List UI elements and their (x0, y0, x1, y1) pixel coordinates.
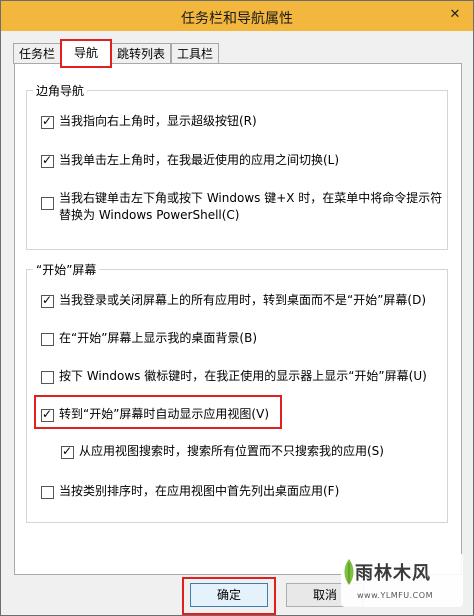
title-bar[interactable]: 任务栏和导航属性 ✕ (1, 1, 473, 31)
properties-window: 任务栏和导航属性 ✕ 任务栏 导航 跳转列表 工具栏 边角导航 ✓ 当我指向右上… (0, 0, 474, 616)
tab-jumplists[interactable]: 跳转列表 (111, 43, 171, 64)
checkbox-checked[interactable]: ✓ (41, 293, 54, 308)
option-label: 从应用视图搜索时，搜索所有位置而不只搜索我的应用(S) (79, 444, 384, 458)
tab-navigation[interactable]: 导航 (60, 39, 112, 68)
option-label: 当我指向右上角时，显示超级按钮(R) (59, 114, 257, 128)
checkbox-checked[interactable]: ✓ (61, 444, 74, 459)
checkbox-checked[interactable]: ✓ (41, 153, 54, 168)
start-screen-group: “开始”屏幕 ✓ 当我登录或关闭屏幕上的所有应用时，转到桌面而不是“开始”屏幕(… (26, 261, 448, 523)
check-icon: ✓ (42, 407, 53, 421)
check-icon: ✓ (42, 153, 53, 167)
checkbox-unchecked[interactable] (41, 371, 54, 384)
checkbox-unchecked[interactable] (41, 486, 54, 499)
checkbox-checked[interactable]: ✓ (41, 114, 54, 129)
option-label: 当按类别排序时，在应用视图中首先列出桌面应用(F) (59, 484, 340, 498)
group-title-corner: 边角导航 (33, 82, 88, 99)
watermark-url: www.YLMFU.COM (357, 591, 433, 600)
option-label-line1: 当我右键单击左下角或按下 Windows 键+X 时，在菜单中将命令提示符 (59, 191, 443, 205)
option-label: 转到“开始”屏幕时自动显示应用视图(V) (59, 407, 270, 421)
tab-toolbars[interactable]: 工具栏 (171, 43, 219, 64)
checkbox-unchecked[interactable] (41, 333, 54, 346)
option-label: 当我单击左上角时，在我最近使用的应用之间切换(L) (59, 153, 340, 167)
tab-panel-navigation: 边角导航 ✓ 当我指向右上角时，显示超级按钮(R) ✓ 当我单击左上角时，在我最… (14, 63, 462, 575)
option-label-line2: 替换为 Windows PowerShell(C) (59, 208, 240, 222)
option-label: 在“开始”屏幕上显示我的桌面背景(B) (59, 331, 258, 345)
watermark-logo: 雨林木风 www.YLMFU.COM (341, 553, 463, 607)
tab-bar: 任务栏 导航 跳转列表 工具栏 (13, 39, 463, 68)
watermark-text: 雨林木风 (355, 563, 431, 584)
ok-button[interactable]: 确定 (190, 583, 268, 607)
checkbox-unchecked[interactable] (41, 197, 54, 210)
close-icon[interactable]: ✕ (445, 7, 465, 23)
window-title: 任务栏和导航属性 (181, 11, 293, 27)
tab-taskbar[interactable]: 任务栏 (13, 43, 61, 64)
check-icon: ✓ (42, 114, 53, 128)
corner-navigation-group: 边角导航 ✓ 当我指向右上角时，显示超级按钮(R) ✓ 当我单击左上角时，在我最… (26, 82, 448, 250)
option-label: 按下 Windows 徽标键时，在我正使用的显示器上显示“开始”屏幕(U) (59, 369, 427, 383)
check-icon: ✓ (42, 293, 53, 307)
group-title-start: “开始”屏幕 (33, 261, 100, 278)
check-icon: ✓ (62, 444, 73, 458)
checkbox-checked[interactable]: ✓ (41, 407, 54, 422)
option-label: 当我登录或关闭屏幕上的所有应用时，转到桌面而不是“开始”屏幕(D) (59, 293, 427, 307)
